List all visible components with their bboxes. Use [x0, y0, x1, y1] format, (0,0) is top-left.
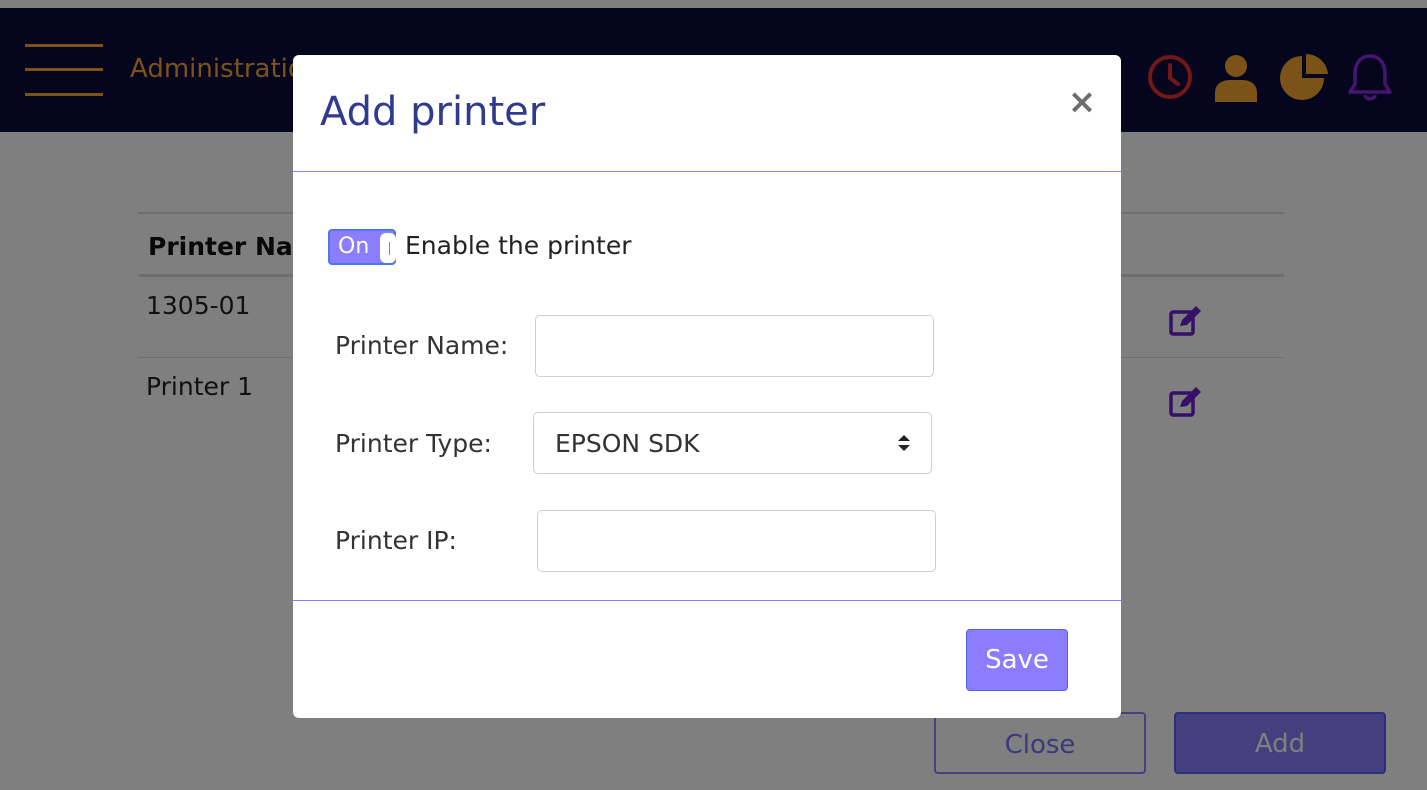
printer-name-label: Printer Name:: [335, 331, 509, 360]
add-printer-dialog: Add printer × On Enable the printer Prin…: [293, 55, 1121, 718]
dialog-title: Add printer: [320, 89, 546, 135]
select-arrows-icon: [898, 435, 910, 451]
enable-printer-label: Enable the printer: [405, 231, 632, 260]
printer-ip-label: Printer IP:: [335, 526, 457, 555]
printer-type-value: EPSON SDK: [555, 429, 700, 458]
printer-ip-input[interactable]: [537, 510, 936, 572]
printer-type-select[interactable]: EPSON SDK: [533, 412, 932, 474]
printer-type-label: Printer Type:: [335, 429, 492, 458]
toggle-knob: [380, 233, 396, 263]
enable-printer-toggle[interactable]: On: [328, 229, 396, 265]
close-icon[interactable]: ×: [1065, 85, 1099, 119]
printer-name-input[interactable]: [535, 315, 934, 377]
dialog-header: Add printer ×: [293, 55, 1121, 172]
save-button[interactable]: Save: [966, 629, 1068, 691]
toggle-state-label: On: [338, 234, 370, 259]
dialog-footer: Save: [293, 600, 1121, 719]
